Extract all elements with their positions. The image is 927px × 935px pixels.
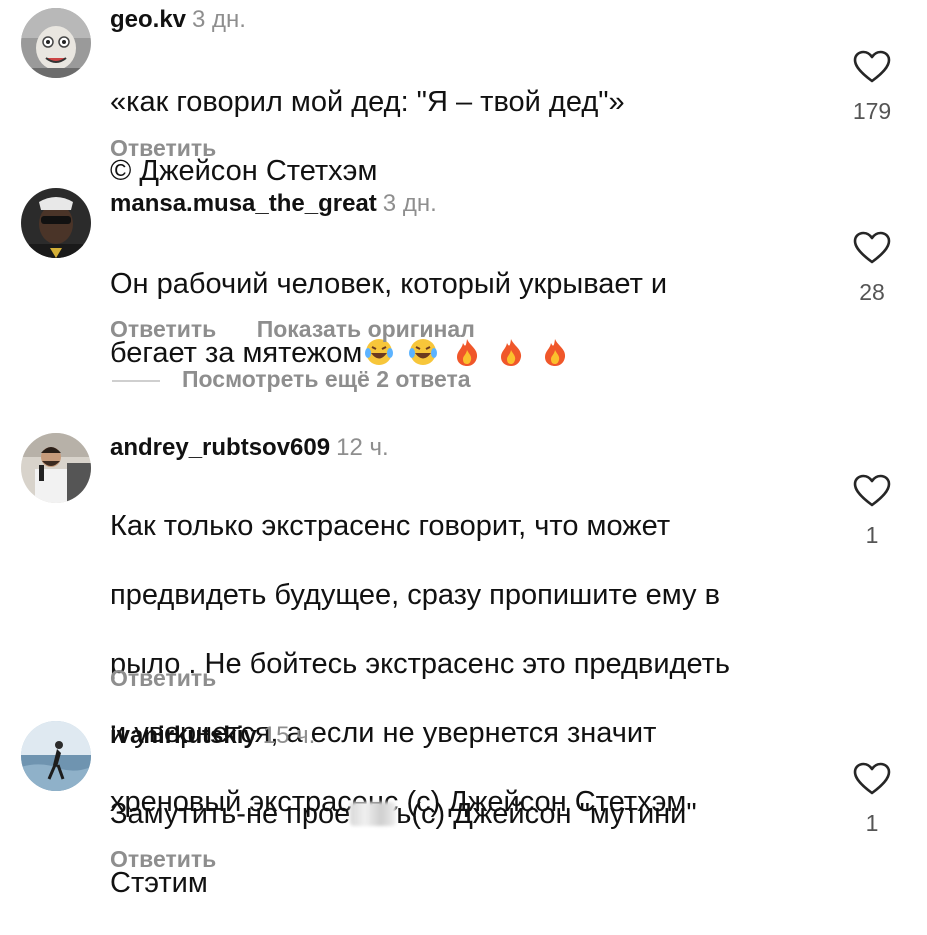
username[interactable]: mansa.musa_the_great	[110, 190, 377, 217]
view-more-replies-button[interactable]: Посмотреть ещё 2 ответа	[112, 366, 471, 393]
comment-actions: Ответить	[110, 665, 250, 692]
comment-actions: Ответить Показать оригинал	[110, 316, 509, 343]
avatar[interactable]	[21, 433, 91, 503]
comment-meta: mansa.musa_the_great 3 дн.	[110, 190, 437, 218]
avatar-image	[21, 721, 91, 791]
view-more-replies-label: Посмотреть ещё 2 ответа	[182, 366, 471, 392]
show-original-button[interactable]: Показать оригинал	[257, 316, 475, 342]
timestamp: 15 ч.	[262, 722, 316, 749]
comment-text-line: Как только экстрасенс говорит, что может	[110, 509, 671, 542]
reply-button[interactable]: Ответить	[110, 846, 216, 872]
like-count: 179	[852, 98, 892, 124]
heart-icon[interactable]	[853, 762, 891, 796]
divider-line	[112, 379, 160, 382]
heart-icon[interactable]	[853, 50, 891, 84]
username[interactable]: andrey_rubtsov609	[110, 434, 330, 461]
comment-text-line: Он рабочий человек, который укрывает и	[110, 267, 668, 300]
like-count: 28	[859, 279, 885, 305]
like-count: 1	[865, 810, 879, 836]
comment-actions: Ответить	[110, 135, 250, 162]
comment-meta: geo.kv 3 дн.	[110, 6, 246, 34]
comment-text-line: «как говорил мой дед: "Я – твой дед"»	[110, 85, 625, 118]
censored-word	[350, 801, 397, 826]
comment-meta: andrey_rubtsov609 12 ч.	[110, 434, 389, 462]
reply-button[interactable]: Ответить	[110, 665, 216, 691]
like-control: 179	[840, 50, 904, 125]
comment-text-fragment: Замутить-не прое	[110, 797, 351, 830]
reply-button[interactable]: Ответить	[110, 316, 216, 342]
avatar-image	[21, 8, 91, 78]
comment-text-line-censored: Замутить-не прое ь(с) Джейсон "мутини"	[110, 797, 810, 832]
heart-icon[interactable]	[853, 231, 891, 265]
avatar[interactable]	[21, 721, 91, 791]
avatar-image	[21, 433, 91, 503]
avatar[interactable]	[21, 188, 91, 258]
username[interactable]: geo.kv	[110, 6, 186, 33]
fire-emoji	[545, 338, 566, 366]
timestamp: 12 ч.	[336, 434, 389, 461]
like-control: 28	[840, 231, 904, 306]
avatar-image	[21, 188, 91, 258]
heart-icon[interactable]	[853, 474, 891, 508]
reply-button[interactable]: Ответить	[110, 135, 216, 161]
comment-text-fragment: ь(с) Джейсон "мутини"	[396, 797, 697, 830]
like-control: 1	[840, 474, 904, 549]
comment-actions: Ответить	[110, 846, 250, 873]
avatar[interactable]	[21, 8, 91, 78]
like-control: 1	[840, 762, 904, 837]
comment-meta: ivanirkutskiy 15 ч.	[110, 722, 315, 750]
timestamp: 3 дн.	[382, 190, 437, 217]
comment-text-line: предвидеть будущее, сразу пропишите ему …	[110, 578, 721, 611]
username[interactable]: ivanirkutskiy	[110, 722, 257, 749]
like-count: 1	[865, 522, 879, 548]
timestamp: 3 дн.	[192, 6, 246, 33]
